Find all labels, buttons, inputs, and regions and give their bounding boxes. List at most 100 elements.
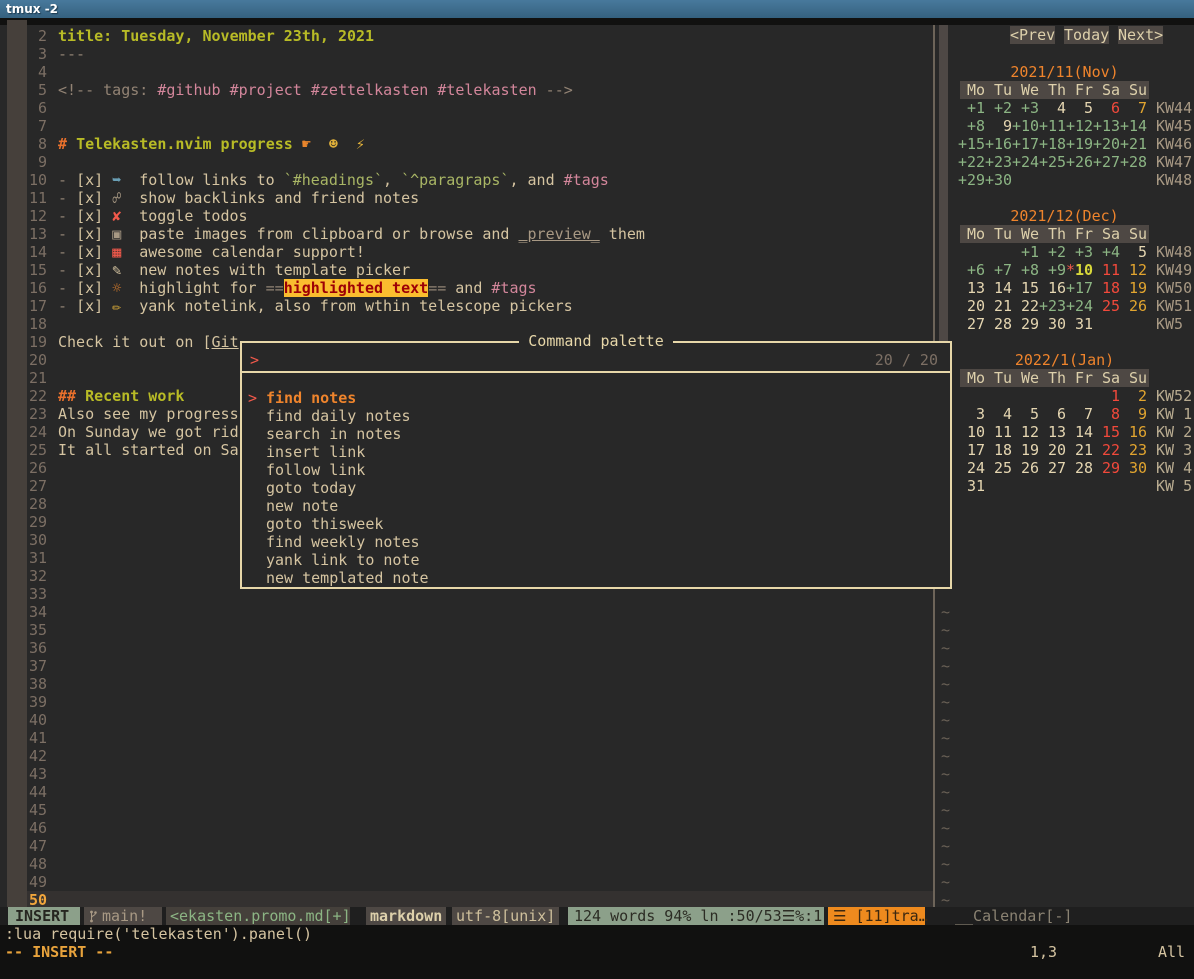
day-cell[interactable]: +3 xyxy=(1066,243,1093,261)
editor-line[interactable]: 48 xyxy=(29,855,58,873)
palette-item[interactable]: yank link to note xyxy=(242,551,950,569)
day-cell[interactable]: 19 xyxy=(1120,279,1147,297)
day-cell[interactable]: 15 xyxy=(1012,279,1039,297)
day-cell[interactable]: 20 xyxy=(958,297,985,315)
editor-line[interactable]: 29 xyxy=(29,513,58,531)
palette-item[interactable]: goto thisweek xyxy=(242,515,950,533)
palette-item[interactable]: insert link xyxy=(242,443,950,461)
day-cell[interactable]: +24 xyxy=(1012,153,1039,171)
editor-line[interactable]: 19Check it out on [Git xyxy=(29,333,239,351)
day-cell[interactable]: +3 xyxy=(1012,99,1039,117)
day-cell[interactable]: 6 xyxy=(1093,99,1120,117)
day-cell[interactable]: +14 xyxy=(1120,117,1147,135)
day-cell[interactable]: 22 xyxy=(1093,441,1120,459)
day-cell[interactable]: 12 xyxy=(1012,423,1039,441)
editor-line[interactable]: 37 xyxy=(29,657,58,675)
editor-line[interactable]: 24On Sunday we got rid xyxy=(29,423,239,441)
editor-line[interactable]: 38 xyxy=(29,675,58,693)
editor-line[interactable]: 10- [x] ➥follow links to `#headings`, `^… xyxy=(29,171,609,189)
day-cell[interactable]: 27 xyxy=(958,315,985,333)
editor-line[interactable]: 12- [x] ✘toggle todos xyxy=(29,207,248,225)
day-cell[interactable]: 3 xyxy=(958,405,985,423)
editor-line[interactable]: 31 xyxy=(29,549,58,567)
palette-item[interactable]: find daily notes xyxy=(242,407,950,425)
day-cell[interactable]: 31 xyxy=(1066,315,1093,333)
day-cell[interactable]: 13 xyxy=(1039,423,1066,441)
day-cell[interactable]: 27 xyxy=(1039,459,1066,477)
day-cell[interactable]: 10 xyxy=(958,423,985,441)
day-cell[interactable]: 17 xyxy=(958,441,985,459)
palette-item[interactable]: goto today xyxy=(242,479,950,497)
editor-line[interactable]: 33 xyxy=(29,585,58,603)
day-cell[interactable]: 21 xyxy=(985,297,1012,315)
day-cell[interactable]: 30 xyxy=(1039,315,1066,333)
day-cell[interactable]: 13 xyxy=(958,279,985,297)
day-cell[interactable]: 31 xyxy=(958,477,985,495)
day-cell[interactable]: +2 xyxy=(1039,243,1066,261)
day-cell[interactable]: *10 xyxy=(1066,261,1093,279)
editor-line[interactable]: 11- [x] ☍show backlinks and friend notes xyxy=(29,189,419,207)
day-cell[interactable]: 15 xyxy=(1093,423,1120,441)
day-cell[interactable]: 25 xyxy=(985,459,1012,477)
day-cell[interactable]: +17 xyxy=(1066,279,1093,297)
editor-line[interactable]: 41 xyxy=(29,729,58,747)
day-cell[interactable]: +18 xyxy=(1039,135,1066,153)
day-cell[interactable]: 22 xyxy=(1012,297,1039,315)
editor-line[interactable]: 32 xyxy=(29,567,58,585)
day-cell[interactable]: 14 xyxy=(985,279,1012,297)
day-cell[interactable]: 2 xyxy=(1120,387,1147,405)
day-cell[interactable]: +8 xyxy=(1012,261,1039,279)
day-cell[interactable]: 21 xyxy=(1066,441,1093,459)
day-cell[interactable]: +10 xyxy=(1012,117,1039,135)
day-cell[interactable]: +2 xyxy=(985,99,1012,117)
day-cell[interactable]: 5 xyxy=(1066,99,1093,117)
day-cell[interactable]: +1 xyxy=(958,99,985,117)
editor-line[interactable]: 30 xyxy=(29,531,58,549)
day-cell[interactable]: +30 xyxy=(985,171,1012,189)
day-cell[interactable]: 6 xyxy=(1039,405,1066,423)
day-cell[interactable]: 4 xyxy=(985,405,1012,423)
day-cell[interactable]: 26 xyxy=(1120,297,1147,315)
editor-line[interactable]: 21 xyxy=(29,369,58,387)
day-cell[interactable]: 5 xyxy=(1012,405,1039,423)
day-cell[interactable]: +15 xyxy=(958,135,985,153)
palette-item[interactable]: >find notes xyxy=(242,389,950,407)
day-cell[interactable]: 16 xyxy=(1120,423,1147,441)
day-cell[interactable]: 12 xyxy=(1120,261,1147,279)
palette-prompt-input[interactable]: > xyxy=(250,351,259,369)
day-cell[interactable]: 5 xyxy=(1120,243,1147,261)
day-cell[interactable]: 30 xyxy=(1120,459,1147,477)
terminal-scrollbar[interactable] xyxy=(7,20,27,907)
editor-line[interactable]: 22## Recent work xyxy=(29,387,184,405)
day-cell[interactable]: 14 xyxy=(1066,423,1093,441)
day-cell[interactable]: 9 xyxy=(985,117,1012,135)
palette-item[interactable]: search in notes xyxy=(242,425,950,443)
editor-line[interactable]: 5<!-- tags: #github #project #zettelkast… xyxy=(29,81,573,99)
editor-line[interactable]: 43 xyxy=(29,765,58,783)
day-cell[interactable]: 7 xyxy=(1066,405,1093,423)
editor-line[interactable]: 25It all started on Sa xyxy=(29,441,239,459)
editor-line[interactable]: 26 xyxy=(29,459,58,477)
day-cell[interactable]: +9 xyxy=(1039,261,1066,279)
day-cell[interactable]: +4 xyxy=(1093,243,1120,261)
day-cell[interactable]: +11 xyxy=(1039,117,1066,135)
day-cell[interactable]: 29 xyxy=(1093,459,1120,477)
editor-line[interactable]: 39 xyxy=(29,693,58,711)
editor-line[interactable]: 20 xyxy=(29,351,58,369)
day-cell[interactable]: +12 xyxy=(1066,117,1093,135)
day-cell[interactable]: 8 xyxy=(1093,405,1120,423)
editor-line[interactable]: 9 xyxy=(29,153,58,171)
palette-item[interactable]: follow link xyxy=(242,461,950,479)
editor-line[interactable]: 16- [x] ☼highlight for ==highlighted tex… xyxy=(29,279,537,297)
day-cell[interactable]: 23 xyxy=(1120,441,1147,459)
editor-line[interactable]: 18 xyxy=(29,315,58,333)
day-cell[interactable]: 28 xyxy=(985,315,1012,333)
day-cell[interactable]: +16 xyxy=(985,135,1012,153)
editor-line[interactable]: 34 xyxy=(29,603,58,621)
editor-line[interactable]: 15- [x] ✎new notes with template picker xyxy=(29,261,410,279)
editor-line[interactable]: 8# Telekasten.nvim progress ☛☻⚡ xyxy=(29,135,383,153)
editor-line[interactable]: 42 xyxy=(29,747,58,765)
editor-line[interactable]: 23Also see my progress xyxy=(29,405,239,423)
next-button[interactable]: Next> xyxy=(1118,26,1163,44)
day-cell[interactable]: +22 xyxy=(958,153,985,171)
